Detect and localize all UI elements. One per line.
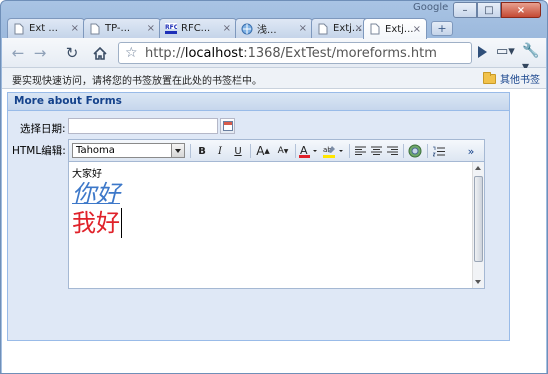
- back-icon[interactable]: ←: [8, 44, 28, 62]
- close-tab-icon[interactable]: ×: [147, 23, 155, 34]
- close-tab-icon[interactable]: ×: [71, 23, 79, 34]
- maximize-button[interactable]: □: [477, 2, 501, 18]
- more-tools-icon[interactable]: »: [465, 143, 477, 159]
- editor-toolbar: Tahoma B I U A ▲ A ▼ A ab »: [69, 140, 484, 162]
- html-editor-label: HTML编辑:: [12, 145, 66, 157]
- browser-window: Google – □ × Ext ... × TP-... × RFC RFC.…: [0, 0, 548, 374]
- tab-label: Extj...: [385, 23, 414, 35]
- italic-button[interactable]: I: [213, 143, 227, 159]
- page-icon: [317, 23, 329, 35]
- ordered-list-icon: [433, 146, 445, 156]
- content-line-2: 你好: [72, 180, 120, 208]
- align-center-button[interactable]: [369, 143, 383, 159]
- close-tab-icon[interactable]: ×: [413, 24, 421, 35]
- tab-3[interactable]: RFC RFC... ×: [159, 18, 237, 38]
- editor-content[interactable]: 大家好 你好 我好: [69, 162, 473, 288]
- url-path: :1368/ExtTest/moreforms.htm: [243, 45, 437, 61]
- toolbar-separator: [190, 144, 191, 158]
- toolbar-separator: [427, 144, 428, 158]
- tab-2[interactable]: TP-... ×: [83, 18, 161, 38]
- highlight-color-button[interactable]: ab: [323, 143, 345, 159]
- tab-4[interactable]: 浅... ×: [235, 18, 313, 38]
- tab-5[interactable]: Extj... ×: [311, 18, 369, 38]
- tab-1[interactable]: Ext ... ×: [7, 18, 85, 38]
- page-content: More about Forms 选择日期: HTML编辑: Tahoma B …: [2, 89, 546, 373]
- calendar-icon: [222, 121, 233, 131]
- globe-icon: [241, 23, 253, 35]
- page-menu-icon[interactable]: ▭▾: [496, 44, 515, 59]
- url-scheme: http://: [145, 45, 185, 61]
- minimize-button[interactable]: –: [453, 2, 477, 18]
- tab-label: 浅...: [257, 25, 277, 36]
- font-color-button[interactable]: A: [299, 143, 319, 159]
- scroll-up-icon[interactable]: [475, 166, 481, 170]
- font-color-icon: A: [299, 144, 317, 158]
- scroll-down-icon[interactable]: [475, 280, 481, 284]
- ordered-list-button[interactable]: [431, 143, 447, 159]
- rfc-icon: RFC: [165, 22, 177, 35]
- new-tab-button[interactable]: +: [431, 21, 453, 36]
- window-controls: – □ ×: [453, 2, 541, 18]
- close-tab-icon[interactable]: ×: [223, 23, 231, 34]
- tab-label: TP-...: [105, 23, 131, 34]
- tab-6-active[interactable]: Extj... ×: [363, 18, 427, 39]
- url-host: localhost: [184, 45, 244, 61]
- other-bookmarks-label: 其他书签: [500, 75, 540, 86]
- toolbar-separator: [403, 144, 404, 158]
- page-icon: [89, 23, 101, 35]
- tab-label: RFC...: [181, 23, 211, 34]
- insert-link-button[interactable]: [407, 143, 423, 159]
- panel-title: More about Forms: [8, 93, 509, 111]
- home-icon[interactable]: [90, 44, 110, 62]
- date-label: 选择日期:: [20, 123, 66, 135]
- address-bar[interactable]: ☆ http://localhost:1368/ExtTest/moreform…: [118, 42, 472, 64]
- calendar-trigger[interactable]: [220, 118, 235, 134]
- page-icon: [13, 23, 25, 35]
- bookmark-star-icon[interactable]: ☆: [125, 45, 138, 61]
- highlight-icon: ab: [323, 146, 343, 158]
- grow-font-label: A: [256, 144, 265, 158]
- svg-text:RFC: RFC: [165, 24, 177, 31]
- toolbar-separator: [349, 144, 350, 158]
- other-bookmarks[interactable]: 其他书签: [483, 71, 540, 86]
- content-line-3: 我好: [72, 208, 122, 238]
- content-line-1: 大家好: [72, 169, 102, 180]
- bookmarks-bar: 要实现快速访问，请将您的书签放置在此处的书签栏中。 其他书签: [2, 68, 546, 89]
- toolbar-separator: [250, 144, 251, 158]
- folder-icon: [483, 71, 496, 84]
- editor-scrollbar[interactable]: [472, 162, 484, 288]
- tab-label: Ext ...: [29, 23, 58, 34]
- form-panel: More about Forms 选择日期: HTML编辑: Tahoma B …: [7, 92, 510, 341]
- underline-button[interactable]: U: [231, 143, 245, 159]
- align-left-button[interactable]: [353, 143, 367, 159]
- font-family-value: Tahoma: [76, 145, 115, 156]
- grow-font-button[interactable]: A ▲: [255, 143, 271, 159]
- align-center-icon: [370, 146, 382, 155]
- page-icon: [369, 23, 381, 35]
- reload-icon[interactable]: ↻: [62, 44, 82, 62]
- close-tab-icon[interactable]: ×: [299, 23, 307, 34]
- shrink-font-button[interactable]: A ▼: [275, 143, 291, 159]
- toolbar-separator: [295, 144, 296, 158]
- browser-toolbar: ← → ↻ ☆ http://localhost:1368/ExtTest/mo…: [2, 38, 546, 75]
- close-window-button[interactable]: ×: [501, 2, 541, 18]
- date-input[interactable]: [68, 118, 218, 134]
- link-icon: [408, 144, 422, 158]
- bookmarks-hint: 要实现快速访问，请将您的书签放置在此处的书签栏中。: [12, 76, 262, 87]
- scroll-thumb[interactable]: [474, 176, 483, 262]
- go-icon[interactable]: [478, 46, 487, 58]
- html-editor: Tahoma B I U A ▲ A ▼ A ab » 大家好 你好 我好: [68, 139, 485, 289]
- align-right-button[interactable]: [385, 143, 399, 159]
- align-right-icon: [386, 146, 398, 155]
- tab-strip: Ext ... × TP-... × RFC RFC... × 浅... × E…: [7, 18, 547, 39]
- font-family-select[interactable]: Tahoma: [72, 143, 185, 158]
- forward-icon[interactable]: →: [30, 44, 50, 62]
- chevron-down-icon: [171, 144, 184, 157]
- bold-button[interactable]: B: [195, 143, 209, 159]
- align-left-icon: [354, 146, 366, 155]
- brand-label: Google: [413, 2, 449, 13]
- close-tab-icon[interactable]: ×: [355, 23, 363, 34]
